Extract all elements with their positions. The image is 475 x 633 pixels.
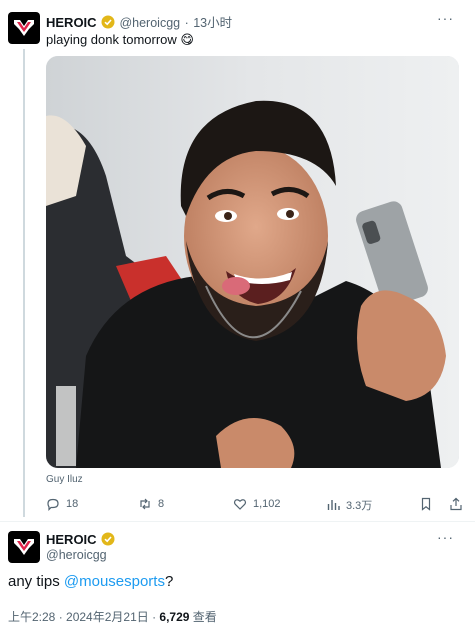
- heart-icon: [233, 499, 247, 510]
- tweet-text-suffix: ?: [164, 573, 174, 590]
- share-icon: [450, 497, 462, 511]
- reply-button[interactable]: 18: [46, 497, 78, 511]
- like-count: 1,102: [253, 498, 281, 510]
- views-label: 查看: [189, 610, 217, 624]
- reply-count: 18: [66, 498, 79, 510]
- handle[interactable]: @heroicgg: [119, 16, 180, 30]
- mention-link[interactable]: @mousesports: [64, 573, 165, 590]
- more-options-icon[interactable]: ···: [437, 529, 454, 545]
- repost-icon: [140, 498, 150, 510]
- handle[interactable]: @heroicgg: [46, 548, 107, 562]
- reply-icon: [47, 498, 59, 511]
- separator: ·: [184, 16, 189, 30]
- divider: [0, 521, 475, 522]
- heroic-avatar[interactable]: [8, 531, 40, 563]
- view-count: 6,729: [159, 610, 190, 624]
- thread-line: [23, 49, 25, 517]
- photo-credit: Guy Iluz: [46, 474, 83, 485]
- more-options-icon[interactable]: ···: [437, 10, 454, 26]
- tweet1-header: HEROIC @heroicgg · 13小时: [46, 12, 232, 32]
- like-button[interactable]: 1,102: [233, 497, 281, 511]
- tweet-text: playing donk tomorrow: [46, 32, 177, 47]
- display-name[interactable]: HEROIC: [46, 532, 97, 547]
- time-ago[interactable]: 13小时: [193, 16, 232, 30]
- tweet1-text: playing donk tomorrow 😋: [46, 32, 194, 48]
- tweet-timestamp-row: 上午2:28 · 2024年2月21日 · 6,729 查看: [8, 608, 217, 625]
- tweet2-name-row: HEROIC: [46, 531, 115, 549]
- tweet-photo[interactable]: [46, 56, 459, 468]
- emoji: 😋: [180, 32, 194, 47]
- views-chart-icon: [327, 500, 340, 510]
- tweet2-text: any tips @mousesports?: [8, 573, 173, 590]
- verified-badge-icon: [101, 532, 115, 546]
- timestamp[interactable]: 上午2:28 · 2024年2月21日 ·: [8, 610, 159, 624]
- photo-image: [46, 56, 459, 468]
- tweet-text-prefix: any tips: [8, 573, 64, 590]
- heroic-logo-icon: [14, 539, 34, 555]
- heroic-logo-icon: [14, 20, 34, 36]
- display-name[interactable]: HEROIC: [46, 15, 97, 30]
- repost-button[interactable]: 8: [138, 497, 164, 511]
- view-count: 3.3万: [346, 500, 373, 512]
- bookmark-icon: [421, 497, 431, 511]
- repost-count: 8: [158, 498, 165, 510]
- heroic-avatar[interactable]: [8, 12, 40, 44]
- views-button[interactable]: 3.3万: [326, 497, 372, 513]
- share-button[interactable]: [449, 497, 463, 511]
- bookmark-button[interactable]: [419, 497, 433, 511]
- verified-badge-icon: [101, 15, 115, 29]
